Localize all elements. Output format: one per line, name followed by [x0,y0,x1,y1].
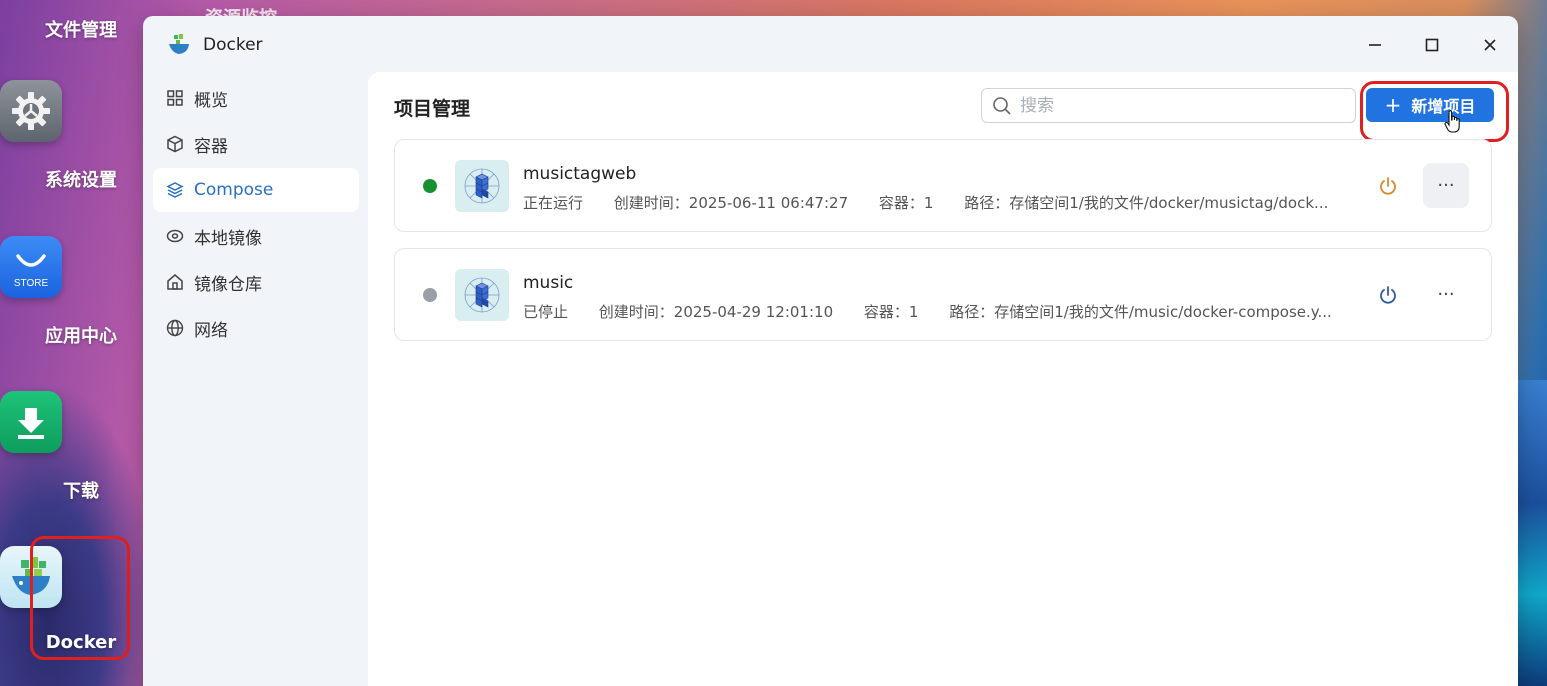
compose-project-icon [455,160,509,212]
sidebar-item-local-images[interactable]: 本地镜像 [153,214,359,258]
grid-icon [165,88,185,108]
project-meta: 正在运行 创建时间：2025-06-11 06:47:27 容器：1 路径：存储… [523,192,1354,213]
disk-icon [165,226,185,246]
layers-icon [165,180,185,200]
compose-project-icon [455,269,509,321]
app-label: 下载 [63,481,99,502]
sidebar-item-label: 概览 [194,90,228,111]
sidebar-item-label: Compose [194,180,274,200]
more-options-button[interactable]: ··· [1423,163,1469,208]
window-title: Docker [203,35,263,55]
project-card-music[interactable]: music 已停止 创建时间：2025-04-29 12:01:10 容器：1 … [394,248,1492,341]
sidebar-item-label: 镜像仓库 [194,274,262,295]
sidebar-item-network[interactable]: 网络 [153,306,359,350]
add-button-highlight-annotation [1360,81,1509,142]
cube-icon [165,134,185,154]
desktop-dock: 文件管理 系统设置 STORE 应用中心 下载 Docker [0,0,162,686]
maximize-icon[interactable] [1421,34,1443,56]
sidebar-item-label: 网络 [194,320,228,341]
project-status: 正在运行 [523,194,584,212]
search-input[interactable] [1020,93,1340,119]
docker-highlight-annotation [30,536,130,660]
project-card-musictagweb[interactable]: musictagweb 正在运行 创建时间：2025-06-11 06:47:2… [394,139,1492,232]
sidebar-item-compose[interactable]: Compose [153,168,359,212]
window-titlebar[interactable]: Docker [143,16,1518,72]
sidebar-item-label: 容器 [194,136,228,157]
project-name: music [523,273,574,293]
app-label: 系统设置 [45,170,117,191]
app-label: 应用中心 [45,326,117,347]
search-icon [992,96,1012,120]
hand-cursor-icon [1444,110,1462,138]
project-meta: 已停止 创建时间：2025-04-29 12:01:10 容器：1 路径：存储空… [523,301,1358,322]
store-icon: STORE [0,236,62,298]
project-status: 已停止 [523,303,569,321]
sidebar-item-overview[interactable]: 概览 [153,76,359,120]
docker-logo-icon [167,32,191,56]
house-icon [165,272,185,292]
project-name: musictagweb [523,164,637,184]
project-path: 路径：存储空间1/我的文件/music/docker-compose.y... [949,303,1332,321]
search-box[interactable] [981,88,1356,123]
project-created: 创建时间：2025-04-29 12:01:10 [598,303,834,321]
svg-text:STORE: STORE [14,278,49,289]
close-icon[interactable] [1479,34,1501,56]
project-containers: 容器：1 [863,303,919,321]
sidebar-item-label: 本地镜像 [194,228,262,249]
power-icon[interactable] [1375,282,1401,308]
page-title: 项目管理 [394,98,471,120]
sidebar-item-registry[interactable]: 镜像仓库 [153,260,359,304]
globe-icon [165,318,185,338]
project-containers: 容器：1 [878,194,934,212]
more-options-button[interactable]: ··· [1423,272,1469,317]
project-created: 创建时间：2025-06-11 06:47:27 [613,194,849,212]
main-content: 项目管理 + 新增项目 [368,72,1518,686]
sidebar-nav: 概览 容器 Compose 本地镜像 镜像仓库 网络 [153,76,359,352]
status-dot-running [423,179,437,193]
docker-window: Docker 概览 容器 Compose 本地镜像 镜像仓库 网络 项目管理 搜… [143,16,1518,686]
gear-icon [0,80,62,142]
project-path: 路径：存储空间1/我的文件/docker/musictag/dock... [964,194,1329,212]
sidebar-item-containers[interactable]: 容器 [153,122,359,166]
minimize-icon[interactable] [1364,34,1386,56]
download-icon [0,391,62,453]
power-icon[interactable] [1375,173,1401,199]
status-dot-stopped [423,288,437,302]
